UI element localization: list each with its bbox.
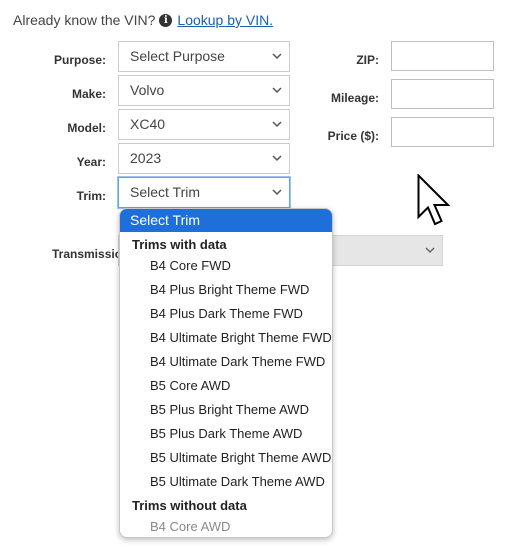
trim-group-with-data: Trims with data xyxy=(132,237,227,252)
make-select-value: Volvo xyxy=(130,82,165,98)
chevron-down-icon xyxy=(272,121,282,128)
trim-dropdown-list: Select Trim Trims with data B4 Core FWD … xyxy=(119,208,333,538)
purpose-label: Purpose: xyxy=(53,53,106,67)
make-select[interactable]: Volvo xyxy=(118,75,290,106)
mileage-input[interactable] xyxy=(391,79,494,109)
trim-option[interactable]: B4 Plus Bright Theme FWD xyxy=(150,282,309,297)
transmission-label: Transmissio xyxy=(52,247,123,261)
trim-option[interactable]: B5 Plus Bright Theme AWD xyxy=(150,402,309,417)
chevron-down-icon xyxy=(272,53,282,60)
trim-option[interactable]: B5 Ultimate Dark Theme AWD xyxy=(150,474,325,489)
year-label: Year: xyxy=(76,155,106,169)
trim-option-disabled: B4 Core AWD xyxy=(150,519,231,534)
mileage-label: Mileage: xyxy=(330,91,379,105)
trim-label: Trim: xyxy=(76,189,106,203)
model-select[interactable]: XC40 xyxy=(118,109,290,140)
year-select[interactable]: 2023 xyxy=(118,143,290,174)
make-label: Make: xyxy=(71,87,106,101)
trim-option[interactable]: B5 Ultimate Bright Theme AWD xyxy=(150,450,331,465)
zip-input[interactable] xyxy=(391,41,494,71)
year-select-value: 2023 xyxy=(130,150,162,166)
mouse-cursor-icon xyxy=(417,174,451,226)
trim-select-value: Select Trim xyxy=(130,184,201,200)
zip-label: ZIP: xyxy=(356,53,379,67)
trim-option[interactable]: B5 Plus Dark Theme AWD xyxy=(150,426,302,441)
vin-prompt-text: Already know the VIN? xyxy=(13,12,156,28)
trim-option[interactable]: B4 Core FWD xyxy=(150,258,231,273)
chevron-down-icon xyxy=(425,247,435,254)
chevron-down-icon xyxy=(272,87,282,94)
lookup-by-vin-link[interactable]: Lookup by VIN. xyxy=(177,12,273,28)
chevron-down-icon xyxy=(272,155,282,162)
trim-option[interactable]: B4 Plus Dark Theme FWD xyxy=(150,306,303,321)
model-select-value: XC40 xyxy=(130,116,166,132)
chevron-down-icon xyxy=(272,189,282,196)
purpose-select[interactable]: Select Purpose xyxy=(118,41,290,72)
trim-group-without-data: Trims without data xyxy=(132,498,247,513)
price-label: Price ($): xyxy=(327,129,379,143)
info-circle-icon: i xyxy=(159,13,173,27)
trim-option[interactable]: B5 Core AWD xyxy=(150,378,230,393)
vehicle-valuation-form: Already know the VIN? i Lookup by VIN. P… xyxy=(0,0,508,556)
trim-option-select-trim[interactable]: Select Trim xyxy=(120,209,332,232)
model-label: Model: xyxy=(67,121,106,135)
trim-option[interactable]: B4 Ultimate Bright Theme FWD xyxy=(150,330,332,345)
vin-prompt: Already know the VIN? i Lookup by VIN. xyxy=(13,12,273,28)
price-input[interactable] xyxy=(391,117,494,147)
purpose-select-value: Select Purpose xyxy=(130,48,225,64)
trim-select[interactable]: Select Trim xyxy=(118,177,290,208)
trim-option[interactable]: B4 Ultimate Dark Theme FWD xyxy=(150,354,325,369)
